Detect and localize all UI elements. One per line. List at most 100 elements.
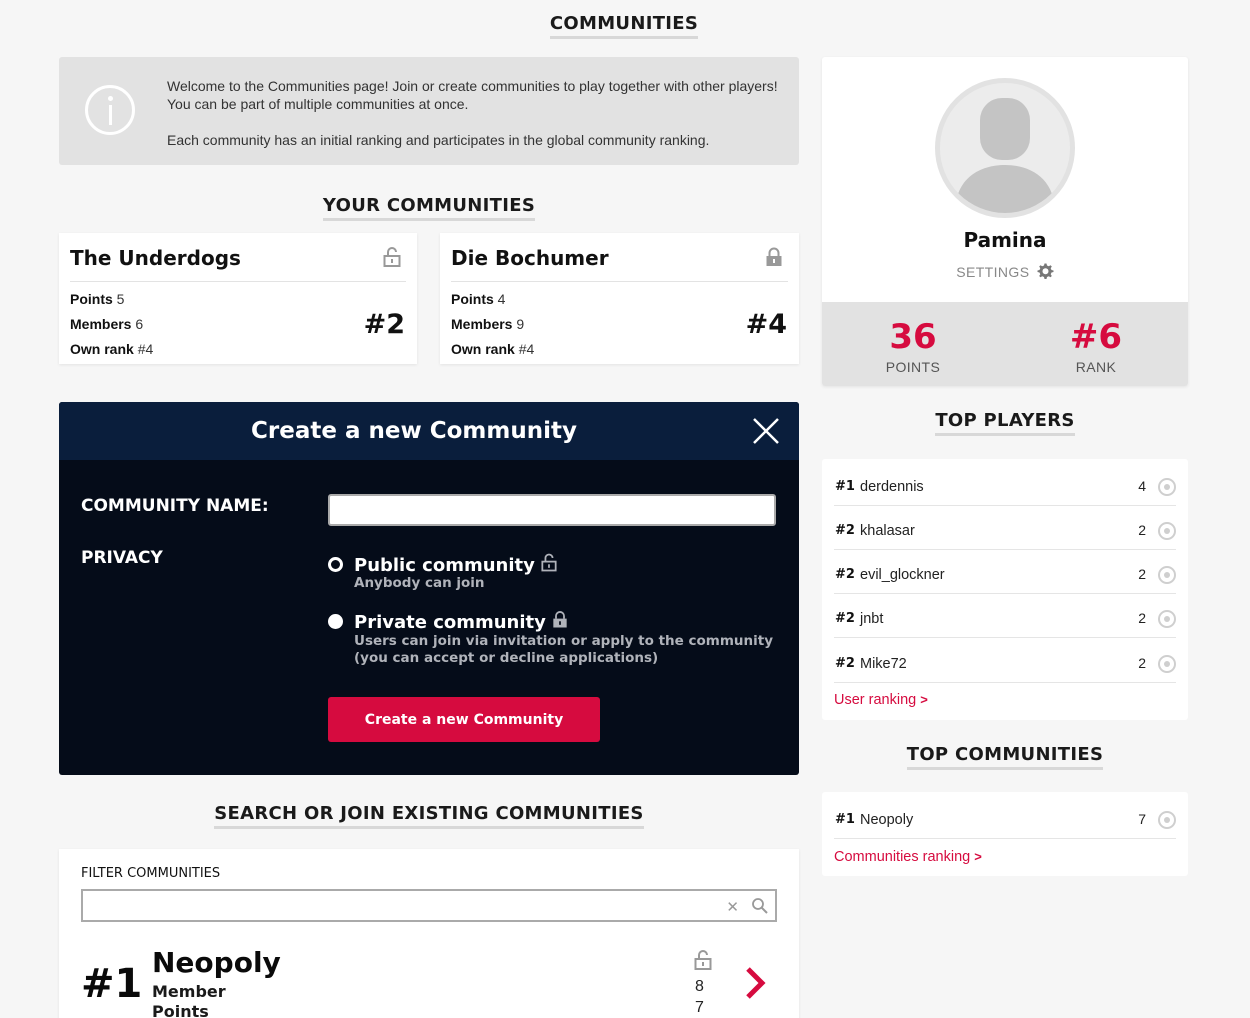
result-name: Neopoly [152, 946, 281, 979]
info-text-welcome: Welcome to the Communities page! Join or… [167, 78, 778, 112]
player-rank: #2 [835, 567, 855, 582]
page-title: COMMUNITIES [459, 13, 789, 39]
points-value: 5 [116, 291, 125, 307]
community-points: 7 [1138, 811, 1146, 827]
divider [451, 281, 788, 282]
result-rank: #1 [81, 961, 143, 1007]
coin-icon [1158, 566, 1176, 584]
player-name: khalasar [860, 523, 915, 539]
filter-input[interactable] [89, 895, 709, 917]
coin-icon [1158, 610, 1176, 628]
user-ranking-link[interactable]: User ranking > [834, 692, 928, 708]
player-points: 4 [1138, 478, 1146, 494]
result-points-label: Points [152, 1002, 209, 1018]
player-points: 2 [1138, 566, 1146, 582]
profile-card: Pamina SETTINGS 36 POINTS #6 RANK [822, 57, 1188, 386]
coin-icon [1158, 522, 1176, 540]
chevron-right-icon: > [920, 692, 928, 707]
public-community-title[interactable]: Public community [354, 553, 557, 576]
privacy-label: PRIVACY [81, 548, 163, 568]
list-item[interactable]: #2 Mike72 2 [834, 639, 1176, 683]
top-communities-title: TOP COMMUNITIES [855, 744, 1155, 770]
top-communities-list: #1 Neopoly 7 Communities ranking > [822, 792, 1188, 876]
public-community-description: Anybody can join [354, 575, 485, 591]
open-lock-icon [694, 950, 712, 970]
settings-link[interactable]: SETTINGS [822, 262, 1188, 280]
player-name: derdennis [860, 479, 924, 495]
members-label: Members [70, 316, 132, 332]
top-players-list: #1 derdennis 4 #2 khalasar 2 #2 evil_glo… [822, 459, 1188, 720]
modal-title: Create a new Community [251, 418, 577, 444]
open-lock-icon [541, 553, 557, 572]
closed-lock-icon [766, 247, 782, 266]
private-community-description: Users can join via invitation or apply t… [354, 633, 774, 666]
points-label: Points [70, 291, 113, 307]
own-rank-label: Own rank [70, 341, 134, 357]
search-icon[interactable] [751, 897, 769, 915]
divider [70, 281, 406, 282]
your-communities-title: YOUR COMMUNITIES [229, 195, 629, 221]
list-item[interactable]: #1 derdennis 4 [834, 462, 1176, 506]
player-points: 2 [1138, 655, 1146, 671]
player-rank: #2 [835, 611, 855, 626]
own-rank-label: Own rank [451, 341, 515, 357]
community-name: Neopoly [860, 812, 914, 828]
community-name-label: COMMUNITY NAME: [81, 496, 269, 516]
private-community-radio[interactable] [328, 614, 343, 629]
create-community-button[interactable]: Create a new Community [328, 697, 600, 742]
player-rank: #2 [835, 523, 855, 538]
communities-ranking-link[interactable]: Communities ranking > [834, 849, 982, 865]
modal-header: Create a new Community [59, 402, 799, 460]
own-rank-value: #4 [518, 341, 535, 357]
public-community-radio[interactable] [328, 557, 343, 572]
profile-stats: 36 POINTS #6 RANK [822, 302, 1188, 386]
members-value: 9 [516, 316, 525, 332]
community-rank: #2 [363, 309, 405, 340]
members-value: 6 [135, 316, 144, 332]
gear-icon[interactable] [1036, 262, 1054, 280]
private-community-title[interactable]: Private community [354, 610, 568, 633]
info-icon [85, 85, 135, 135]
player-name: Mike72 [860, 656, 907, 672]
points-value: 36 [889, 317, 937, 357]
create-community-modal: Create a new Community COMMUNITY NAME: P… [59, 402, 799, 775]
player-name: jnbt [860, 611, 884, 627]
coin-icon [1158, 655, 1176, 673]
points-value: 4 [497, 291, 506, 307]
list-item[interactable]: #2 jnbt 2 [834, 594, 1176, 638]
user-silhouette-icon [955, 98, 1055, 213]
top-players-title: TOP PLAYERS [855, 410, 1155, 436]
list-item[interactable]: #2 evil_glockner 2 [834, 550, 1176, 594]
points-label: Points [451, 291, 494, 307]
own-rank-value: #4 [137, 341, 154, 357]
community-name: Die Bochumer [451, 246, 609, 270]
community-card[interactable]: The Underdogs Points 5 Members 6 Own ran… [59, 233, 417, 364]
community-card[interactable]: Die Bochumer Points 4 Members 9 Own rank… [440, 233, 799, 364]
profile-name: Pamina [963, 228, 1047, 252]
filter-field[interactable]: ✕ [81, 889, 777, 922]
close-icon[interactable] [751, 416, 781, 446]
open-lock-icon [383, 247, 401, 267]
community-rank: #1 [835, 812, 855, 827]
members-label: Members [451, 316, 513, 332]
list-item[interactable]: #1 Neopoly 7 [834, 795, 1176, 839]
list-item[interactable]: #2 khalasar 2 [834, 506, 1176, 550]
chevron-right-icon[interactable] [744, 966, 766, 1000]
result-members-value: 8 [695, 978, 704, 995]
coin-icon [1158, 478, 1176, 496]
community-name-input[interactable] [328, 494, 776, 526]
chevron-right-icon: > [974, 849, 982, 864]
result-points-value: 7 [695, 999, 704, 1016]
clear-icon[interactable]: ✕ [726, 898, 739, 916]
coin-icon [1158, 811, 1176, 829]
player-name: evil_glockner [860, 567, 945, 583]
rank-value: #6 [1069, 317, 1123, 357]
filter-label: FILTER COMMUNITIES [81, 866, 221, 881]
search-communities-title: SEARCH OR JOIN EXISTING COMMUNITIES [179, 803, 679, 829]
info-text-ranking: Each community has an initial ranking an… [167, 132, 710, 148]
player-points: 2 [1138, 610, 1146, 626]
closed-lock-icon [553, 611, 567, 628]
info-text: Welcome to the Communities page! Join or… [167, 77, 787, 149]
player-rank: #1 [835, 479, 855, 494]
filter-panel: FILTER COMMUNITIES ✕ #1 Neopoly Member P… [59, 849, 799, 1018]
